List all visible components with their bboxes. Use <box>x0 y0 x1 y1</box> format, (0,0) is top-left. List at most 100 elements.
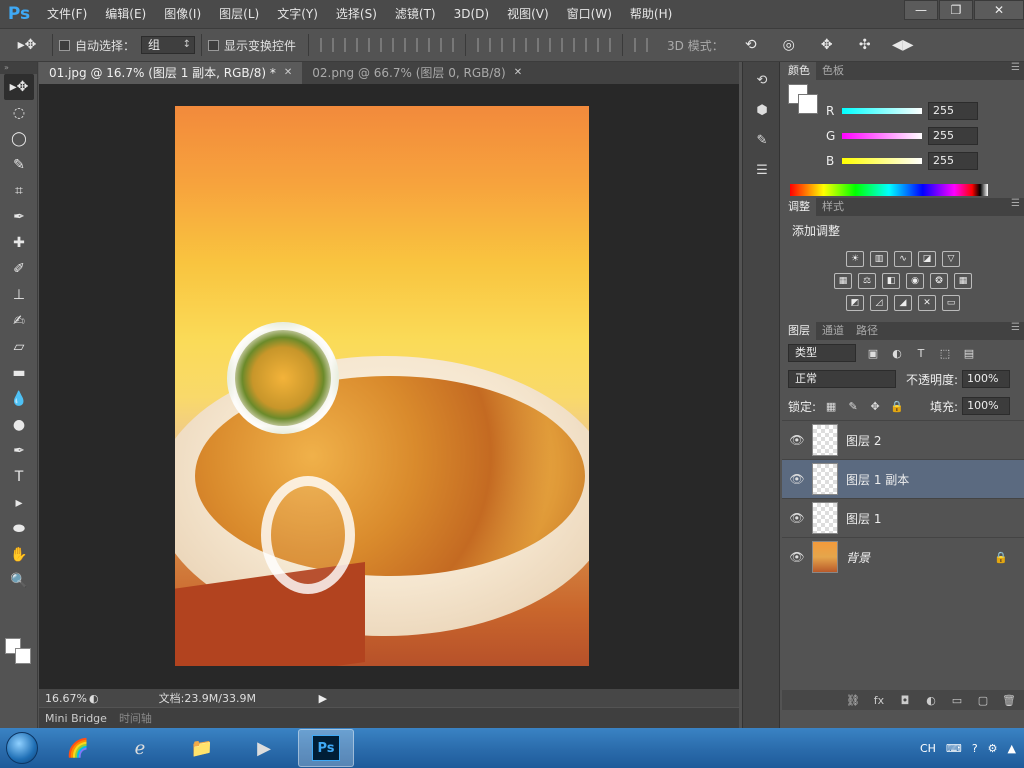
add-mask-icon[interactable]: ◘ <box>896 693 914 707</box>
black-white-icon[interactable]: ◧ <box>882 273 900 289</box>
clone-stamp-tool-icon[interactable]: ⊥ <box>0 282 38 308</box>
3d-rotate-icon[interactable]: ⟲ <box>732 32 770 58</box>
status-info-icon[interactable]: ◐ <box>89 692 99 705</box>
filter-shape-icon[interactable]: ⬚ <box>938 346 952 360</box>
fill-input[interactable]: 100% <box>962 397 1011 415</box>
gradient-tool-icon[interactable]: ▬ <box>0 360 38 386</box>
photo-viewer-icon[interactable]: 🌈 <box>50 729 106 767</box>
menu-type[interactable]: 文字(Y) <box>268 0 327 28</box>
brush-tool-icon[interactable]: ✐ <box>0 256 38 282</box>
filter-type-icon[interactable]: T <box>914 346 928 360</box>
blur-tool-icon[interactable]: 💧 <box>0 386 38 412</box>
tray-expand-icon[interactable]: ▲ <box>1008 742 1016 755</box>
type-tool-icon[interactable]: T <box>0 464 38 490</box>
color-spectrum-bar[interactable] <box>790 184 988 196</box>
status-menu-arrow-icon[interactable]: ▶ <box>319 692 327 705</box>
slider-value-input[interactable]: 255 <box>928 152 978 170</box>
distribute-right-icon[interactable] <box>597 38 612 52</box>
eye-icon[interactable]: 👁 <box>782 511 812 525</box>
filter-pixel-icon[interactable]: ▣ <box>866 346 880 360</box>
dodge-tool-icon[interactable]: ● <box>0 412 38 438</box>
eye-icon[interactable]: 👁 <box>782 472 812 486</box>
distribute-hcenter-icon[interactable] <box>573 38 588 52</box>
color-lookup-icon[interactable]: ▦ <box>954 273 972 289</box>
restore-button[interactable]: ❐ <box>939 0 973 20</box>
posterize-icon[interactable]: ◿ <box>870 295 888 311</box>
color-balance-icon[interactable]: ⚖ <box>858 273 876 289</box>
history-icon[interactable]: ⟲ <box>749 68 775 92</box>
3d-roll-icon[interactable]: ◎ <box>770 32 808 58</box>
ellipse-tool-icon[interactable]: ⬬ <box>0 516 38 542</box>
align-left-icon[interactable] <box>392 38 407 52</box>
brush-panel-icon[interactable]: ✎ <box>749 128 775 152</box>
tab-close-icon[interactable]: ✕ <box>284 62 292 84</box>
distribute-bottom-icon[interactable] <box>525 38 540 52</box>
curves-icon[interactable]: ∿ <box>894 251 912 267</box>
path-select-tool-icon[interactable]: ▸ <box>0 490 38 516</box>
menu-filter[interactable]: 滤镜(T) <box>386 0 445 28</box>
slider-track[interactable] <box>842 108 922 114</box>
tab-color[interactable]: 颜色 <box>782 62 816 80</box>
eraser-tool-icon[interactable]: ▱ <box>0 334 38 360</box>
filter-smart-icon[interactable]: ▤ <box>962 346 976 360</box>
link-layers-icon[interactable]: ⛓ <box>844 693 862 707</box>
eyedropper-tool-icon[interactable]: ✒ <box>0 204 38 230</box>
menu-image[interactable]: 图像(I) <box>155 0 210 28</box>
tab-styles[interactable]: 样式 <box>816 198 850 216</box>
photo-filter-icon[interactable]: ◉ <box>906 273 924 289</box>
tab-layers[interactable]: 图层 <box>782 322 816 340</box>
tab-paths[interactable]: 路径 <box>850 322 884 340</box>
explorer-icon[interactable]: 📁 <box>174 729 230 767</box>
tab-01-jpg[interactable]: 01.jpg @ 16.7% (图层 1 副本, RGB/8) * ✕ <box>39 62 303 84</box>
lang-indicator[interactable]: CH <box>920 742 936 755</box>
brightness-icon[interactable]: ☀ <box>846 251 864 267</box>
invert-icon[interactable]: ◩ <box>846 295 864 311</box>
menu-layer[interactable]: 图层(L) <box>210 0 268 28</box>
quick-select-tool-icon[interactable]: ✎ <box>0 152 38 178</box>
lasso-tool-icon[interactable]: ◯ <box>0 126 38 152</box>
properties-icon[interactable]: ☰ <box>749 158 775 182</box>
lock-transparent-icon[interactable]: ▦ <box>824 399 838 413</box>
delete-layer-icon[interactable]: 🗑 <box>1000 693 1018 707</box>
tab-mini-bridge[interactable]: Mini Bridge <box>39 712 113 725</box>
tab-close-icon[interactable]: ✕ <box>514 62 522 84</box>
move-tool-icon[interactable]: ▸✥ <box>4 74 34 100</box>
keyboard-icon[interactable]: ⌨ <box>946 742 962 755</box>
new-adjustment-icon[interactable]: ◐ <box>922 693 940 707</box>
menu-file[interactable]: 文件(F) <box>38 0 96 28</box>
tab-adjustments[interactable]: 调整 <box>782 198 816 216</box>
tab-02-png[interactable]: 02.png @ 66.7% (图层 0, RGB/8) ✕ <box>302 62 532 84</box>
menu-view[interactable]: 视图(V) <box>498 0 558 28</box>
document-canvas[interactable] <box>175 106 589 666</box>
distribute-top-icon[interactable] <box>477 38 492 52</box>
3d-pan-icon[interactable]: ✥ <box>808 32 846 58</box>
channel-mixer-icon[interactable]: ❂ <box>930 273 948 289</box>
3d-slide-icon[interactable]: ✣ <box>846 32 884 58</box>
tab-timeline[interactable]: 时间轴 <box>113 710 158 726</box>
zoom-level[interactable]: 16.67% <box>39 692 89 705</box>
slider-value-input[interactable]: 255 <box>928 127 978 145</box>
slider-track[interactable] <box>842 133 922 139</box>
new-group-icon[interactable]: ▭ <box>948 693 966 707</box>
panel-menu-icon[interactable]: ☰ <box>1011 198 1020 209</box>
new-layer-icon[interactable]: ▢ <box>974 693 992 707</box>
menu-help[interactable]: 帮助(H) <box>621 0 681 28</box>
hue-saturation-icon[interactable]: ▦ <box>834 273 852 289</box>
show-transform-checkbox[interactable] <box>208 39 220 51</box>
photoshop-task-icon[interactable]: Ps <box>298 729 354 767</box>
auto-select-checkbox[interactable] <box>59 39 70 51</box>
menu-select[interactable]: 选择(S) <box>327 0 386 28</box>
align-vcenter-icon[interactable] <box>344 38 359 52</box>
blend-mode-dropdown[interactable]: 正常 <box>788 370 896 388</box>
minimize-button[interactable]: — <box>904 0 938 20</box>
threshold-icon[interactable]: ◢ <box>894 295 912 311</box>
tab-channels[interactable]: 通道 <box>816 322 850 340</box>
gradient-map-icon[interactable]: ▭ <box>942 295 960 311</box>
layer-style-icon[interactable]: fx <box>870 693 888 707</box>
menu-edit[interactable]: 编辑(E) <box>96 0 155 28</box>
auto-align-icon[interactable] <box>634 38 649 52</box>
lock-position-icon[interactable]: ✥ <box>868 399 882 413</box>
pen-tool-icon[interactable]: ✒ <box>0 438 38 464</box>
toolbar-collapse-icon[interactable]: » <box>0 62 37 74</box>
distribute-vcenter-icon[interactable] <box>501 38 516 52</box>
